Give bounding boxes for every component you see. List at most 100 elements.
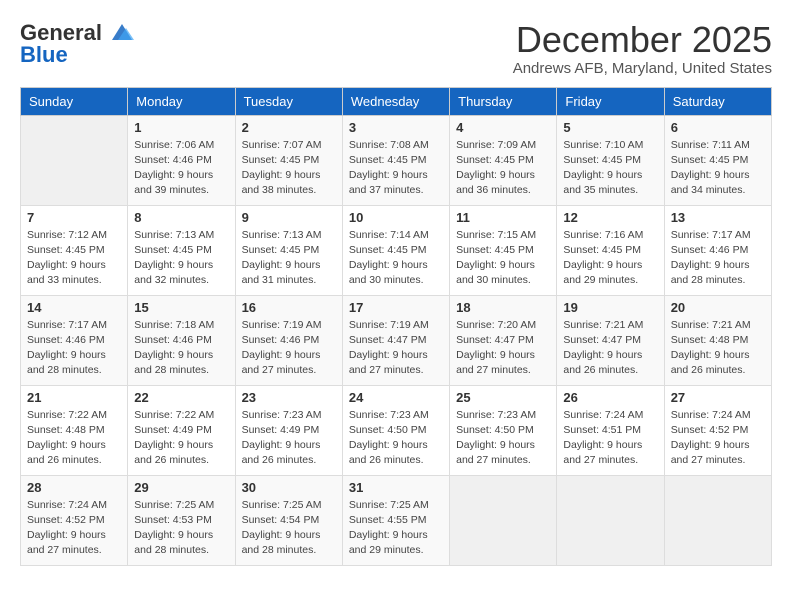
day-info: Sunrise: 7:21 AMSunset: 4:48 PMDaylight:… xyxy=(671,318,765,379)
location: Andrews AFB, Maryland, United States xyxy=(513,60,772,77)
day-number: 30 xyxy=(242,480,336,495)
page-header: General Blue December 2025 Andrews AFB, … xyxy=(20,20,772,77)
week-row-4: 21Sunrise: 7:22 AMSunset: 4:48 PMDayligh… xyxy=(21,385,772,475)
day-info: Sunrise: 7:23 AMSunset: 4:50 PMDaylight:… xyxy=(349,408,443,469)
day-info: Sunrise: 7:23 AMSunset: 4:50 PMDaylight:… xyxy=(456,408,550,469)
calendar-cell: 28Sunrise: 7:24 AMSunset: 4:52 PMDayligh… xyxy=(21,475,128,565)
calendar-cell: 9 Sunrise: 7:13 AMSunset: 4:45 PMDaylight… xyxy=(235,205,342,295)
day-info: Sunrise: 7:16 AMSunset: 4:45 PMDaylight:… xyxy=(563,228,657,289)
day-number: 5 xyxy=(563,120,657,135)
calendar-cell xyxy=(557,475,664,565)
day-number: 24 xyxy=(349,390,443,405)
header-sunday: Sunday xyxy=(21,87,128,115)
day-number: 17 xyxy=(349,300,443,315)
calendar-cell: 12 Sunrise: 7:16 AMSunset: 4:45 PMDayligh… xyxy=(557,205,664,295)
day-info: Sunrise: 7:08 AMSunset: 4:45 PMDaylight:… xyxy=(349,138,443,199)
calendar-cell: 8 Sunrise: 7:13 AMSunset: 4:45 PMDaylight… xyxy=(128,205,235,295)
calendar-cell: 29 Sunrise: 7:25 AMSunset: 4:53 PMDayligh… xyxy=(128,475,235,565)
day-info: Sunrise: 7:22 AMSunset: 4:49 PMDaylight:… xyxy=(134,408,228,469)
day-number: 29 xyxy=(134,480,228,495)
logo-icon xyxy=(108,22,136,44)
day-info: Sunrise: 7:17 AMSunset: 4:46 PMDaylight:… xyxy=(27,318,121,379)
calendar-cell: 3 Sunrise: 7:08 AMSunset: 4:45 PMDaylight… xyxy=(342,115,449,205)
calendar-cell: 26 Sunrise: 7:24 AMSunset: 4:51 PMDayligh… xyxy=(557,385,664,475)
day-info: Sunrise: 7:07 AMSunset: 4:45 PMDaylight:… xyxy=(242,138,336,199)
calendar-cell: 27 Sunrise: 7:24 AMSunset: 4:52 PMDayligh… xyxy=(664,385,771,475)
day-number: 10 xyxy=(349,210,443,225)
day-info: Sunrise: 7:24 AMSunset: 4:51 PMDaylight:… xyxy=(563,408,657,469)
calendar-cell: 19 Sunrise: 7:21 AMSunset: 4:47 PMDayligh… xyxy=(557,295,664,385)
day-info: Sunrise: 7:13 AMSunset: 4:45 PMDaylight:… xyxy=(242,228,336,289)
day-number: 28 xyxy=(27,480,121,495)
week-row-5: 28Sunrise: 7:24 AMSunset: 4:52 PMDayligh… xyxy=(21,475,772,565)
calendar-cell: 2 Sunrise: 7:07 AMSunset: 4:45 PMDaylight… xyxy=(235,115,342,205)
day-number: 6 xyxy=(671,120,765,135)
day-number: 14 xyxy=(27,300,121,315)
week-row-1: 1Sunrise: 7:06 AMSunset: 4:46 PMDaylight… xyxy=(21,115,772,205)
header-tuesday: Tuesday xyxy=(235,87,342,115)
calendar-cell: 10Sunrise: 7:14 AMSunset: 4:45 PMDayligh… xyxy=(342,205,449,295)
day-number: 4 xyxy=(456,120,550,135)
day-info: Sunrise: 7:25 AMSunset: 4:53 PMDaylight:… xyxy=(134,498,228,559)
day-number: 12 xyxy=(563,210,657,225)
calendar-cell: 14 Sunrise: 7:17 AMSunset: 4:46 PMDayligh… xyxy=(21,295,128,385)
calendar-cell: 7Sunrise: 7:12 AMSunset: 4:45 PMDaylight… xyxy=(21,205,128,295)
calendar-cell: 4 Sunrise: 7:09 AMSunset: 4:45 PMDaylight… xyxy=(450,115,557,205)
day-number: 16 xyxy=(242,300,336,315)
day-info: Sunrise: 7:10 AMSunset: 4:45 PMDaylight:… xyxy=(563,138,657,199)
day-info: Sunrise: 7:19 AMSunset: 4:47 PMDaylight:… xyxy=(349,318,443,379)
day-number: 9 xyxy=(242,210,336,225)
day-number: 26 xyxy=(563,390,657,405)
week-row-3: 14 Sunrise: 7:17 AMSunset: 4:46 PMDayligh… xyxy=(21,295,772,385)
calendar-cell xyxy=(450,475,557,565)
day-number: 3 xyxy=(349,120,443,135)
day-info: Sunrise: 7:13 AMSunset: 4:45 PMDaylight:… xyxy=(134,228,228,289)
day-info: Sunrise: 7:17 AMSunset: 4:46 PMDaylight:… xyxy=(671,228,765,289)
header-saturday: Saturday xyxy=(664,87,771,115)
week-row-2: 7Sunrise: 7:12 AMSunset: 4:45 PMDaylight… xyxy=(21,205,772,295)
day-number: 18 xyxy=(456,300,550,315)
day-number: 27 xyxy=(671,390,765,405)
day-number: 8 xyxy=(134,210,228,225)
day-number: 2 xyxy=(242,120,336,135)
day-number: 1 xyxy=(134,120,228,135)
day-number: 23 xyxy=(242,390,336,405)
day-info: Sunrise: 7:23 AMSunset: 4:49 PMDaylight:… xyxy=(242,408,336,469)
day-info: Sunrise: 7:09 AMSunset: 4:45 PMDaylight:… xyxy=(456,138,550,199)
calendar-cell xyxy=(21,115,128,205)
calendar-cell: 6 Sunrise: 7:11 AMSunset: 4:45 PMDaylight… xyxy=(664,115,771,205)
day-number: 13 xyxy=(671,210,765,225)
day-number: 15 xyxy=(134,300,228,315)
title-section: December 2025 Andrews AFB, Maryland, Uni… xyxy=(513,20,772,77)
calendar-cell: 22 Sunrise: 7:22 AMSunset: 4:49 PMDayligh… xyxy=(128,385,235,475)
day-info: Sunrise: 7:22 AMSunset: 4:48 PMDaylight:… xyxy=(27,408,121,469)
calendar-cell: 21Sunrise: 7:22 AMSunset: 4:48 PMDayligh… xyxy=(21,385,128,475)
day-number: 22 xyxy=(134,390,228,405)
logo: General Blue xyxy=(20,20,136,68)
day-info: Sunrise: 7:25 AMSunset: 4:54 PMDaylight:… xyxy=(242,498,336,559)
day-number: 11 xyxy=(456,210,550,225)
header-wednesday: Wednesday xyxy=(342,87,449,115)
day-info: Sunrise: 7:24 AMSunset: 4:52 PMDaylight:… xyxy=(671,408,765,469)
day-number: 19 xyxy=(563,300,657,315)
day-number: 7 xyxy=(27,210,121,225)
calendar-table: SundayMondayTuesdayWednesdayThursdayFrid… xyxy=(20,87,772,566)
calendar-cell: 30 Sunrise: 7:25 AMSunset: 4:54 PMDayligh… xyxy=(235,475,342,565)
calendar-cell: 25 Sunrise: 7:23 AMSunset: 4:50 PMDayligh… xyxy=(450,385,557,475)
month-title: December 2025 xyxy=(513,20,772,60)
calendar-cell: 13 Sunrise: 7:17 AMSunset: 4:46 PMDayligh… xyxy=(664,205,771,295)
calendar-cell: 24 Sunrise: 7:23 AMSunset: 4:50 PMDayligh… xyxy=(342,385,449,475)
calendar-cell: 15Sunrise: 7:18 AMSunset: 4:46 PMDayligh… xyxy=(128,295,235,385)
calendar-cell: 11 Sunrise: 7:15 AMSunset: 4:45 PMDayligh… xyxy=(450,205,557,295)
calendar-cell: 17 Sunrise: 7:19 AMSunset: 4:47 PMDayligh… xyxy=(342,295,449,385)
calendar-cell: 18Sunrise: 7:20 AMSunset: 4:47 PMDayligh… xyxy=(450,295,557,385)
day-info: Sunrise: 7:11 AMSunset: 4:45 PMDaylight:… xyxy=(671,138,765,199)
header-monday: Monday xyxy=(128,87,235,115)
day-info: Sunrise: 7:21 AMSunset: 4:47 PMDaylight:… xyxy=(563,318,657,379)
calendar-cell: 16Sunrise: 7:19 AMSunset: 4:46 PMDayligh… xyxy=(235,295,342,385)
day-number: 25 xyxy=(456,390,550,405)
calendar-cell: 31Sunrise: 7:25 AMSunset: 4:55 PMDayligh… xyxy=(342,475,449,565)
day-info: Sunrise: 7:25 AMSunset: 4:55 PMDaylight:… xyxy=(349,498,443,559)
calendar-cell: 1Sunrise: 7:06 AMSunset: 4:46 PMDaylight… xyxy=(128,115,235,205)
day-info: Sunrise: 7:15 AMSunset: 4:45 PMDaylight:… xyxy=(456,228,550,289)
